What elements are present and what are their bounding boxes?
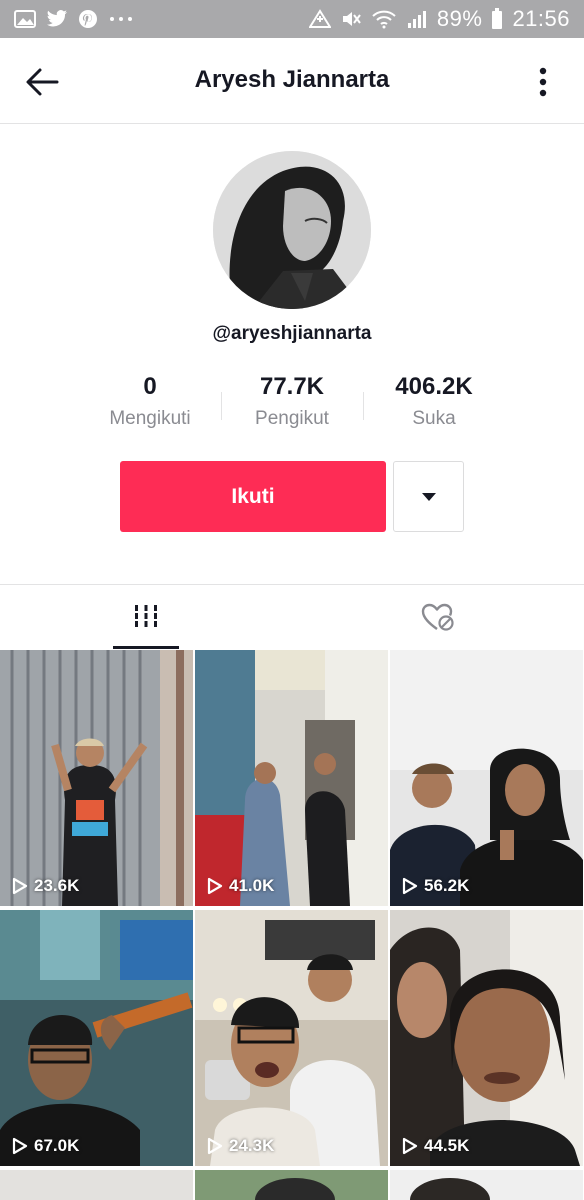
view-count: 67.0K xyxy=(12,1136,79,1156)
profile-handle: @aryeshjiannarta xyxy=(212,323,372,344)
video-thumbnail-image xyxy=(390,650,583,906)
video-thumbnail[interactable]: 23.6K xyxy=(0,650,193,906)
play-icon xyxy=(12,1137,28,1155)
video-thumbnail[interactable]: 44.5K xyxy=(390,910,583,1166)
video-thumbnail-image xyxy=(0,910,193,1166)
wifi-icon xyxy=(371,9,397,29)
status-system: 89% 21:56 xyxy=(308,6,570,32)
video-thumbnail-image xyxy=(195,650,388,906)
view-count: 56.2K xyxy=(402,876,469,896)
video-thumbnail-partial[interactable] xyxy=(390,1170,583,1200)
clock: 21:56 xyxy=(512,6,570,31)
stat-likes: 406.2K Suka xyxy=(359,370,509,430)
following-count: 0 xyxy=(143,373,157,400)
grid-icon xyxy=(133,604,159,627)
signal-icon xyxy=(406,9,428,29)
gallery-icon xyxy=(14,9,36,29)
video-thumbnail-image xyxy=(390,910,583,1166)
liked-private-icon xyxy=(421,603,454,631)
view-count-text: 24.3K xyxy=(229,1136,275,1155)
video-thumbnail-image xyxy=(0,650,193,906)
view-count: 23.6K xyxy=(12,876,79,896)
more-vertical-icon xyxy=(539,67,547,97)
view-count-text: 44.5K xyxy=(424,1136,470,1155)
status-bar: 89% 21:56 xyxy=(0,0,584,38)
more-notifications-icon xyxy=(108,9,134,29)
play-icon xyxy=(207,1137,223,1155)
play-icon xyxy=(207,877,223,895)
profile-tabs xyxy=(0,584,584,649)
status-notifications xyxy=(14,9,134,29)
play-icon xyxy=(402,877,418,895)
suggested-accounts-button[interactable] xyxy=(393,461,464,532)
profile-stats: 0 Mengikuti 77.7K Pengikut 406.2K Suka xyxy=(0,370,584,440)
twitter-icon xyxy=(46,9,68,29)
view-count: 41.0K xyxy=(207,876,274,896)
page-title: Aryesh Jiannarta xyxy=(194,66,390,93)
play-icon xyxy=(402,1137,418,1155)
stat-following[interactable]: 0 Mengikuti xyxy=(75,370,225,430)
video-thumbnail[interactable]: 24.3K xyxy=(195,910,388,1166)
video-thumbnail-image xyxy=(390,1170,583,1200)
video-thumbnail[interactable]: 67.0K xyxy=(0,910,193,1166)
video-thumbnail-image xyxy=(195,910,388,1166)
view-count: 44.5K xyxy=(402,1136,469,1156)
view-count-text: 23.6K xyxy=(34,876,80,895)
video-thumbnail[interactable]: 56.2K xyxy=(390,650,583,906)
battery-icon xyxy=(491,8,503,30)
stat-followers[interactable]: 77.7K Pengikut xyxy=(217,370,367,430)
caret-down-icon xyxy=(421,492,436,501)
mute-icon xyxy=(340,9,362,29)
follow-button[interactable]: Ikuti xyxy=(120,461,386,532)
avatar[interactable] xyxy=(213,151,371,309)
tab-liked-videos[interactable] xyxy=(405,585,471,649)
video-thumbnail[interactable]: 41.0K xyxy=(195,650,388,906)
more-options-button[interactable] xyxy=(528,62,558,102)
likes-label: Suka xyxy=(412,408,456,429)
top-navigation: Aryesh Jiannarta xyxy=(0,38,584,124)
play-icon xyxy=(12,877,28,895)
likes-count: 406.2K xyxy=(395,373,473,400)
view-count-text: 56.2K xyxy=(424,876,470,895)
data-saver-icon xyxy=(308,9,331,29)
avatar-photo xyxy=(213,151,371,309)
view-count: 24.3K xyxy=(207,1136,274,1156)
view-count-text: 67.0K xyxy=(34,1136,80,1155)
view-count-text: 41.0K xyxy=(229,876,275,895)
followers-label: Pengikut xyxy=(255,408,329,429)
video-thumbnail-partial[interactable] xyxy=(0,1170,193,1200)
video-thumbnail-partial[interactable] xyxy=(195,1170,388,1200)
battery-percentage: 89% xyxy=(436,6,483,31)
following-label: Mengikuti xyxy=(109,408,191,429)
tab-videos[interactable] xyxy=(113,585,179,649)
video-thumbnail-image xyxy=(195,1170,388,1200)
followers-count: 77.7K xyxy=(259,373,325,400)
pinterest-icon xyxy=(78,9,98,29)
